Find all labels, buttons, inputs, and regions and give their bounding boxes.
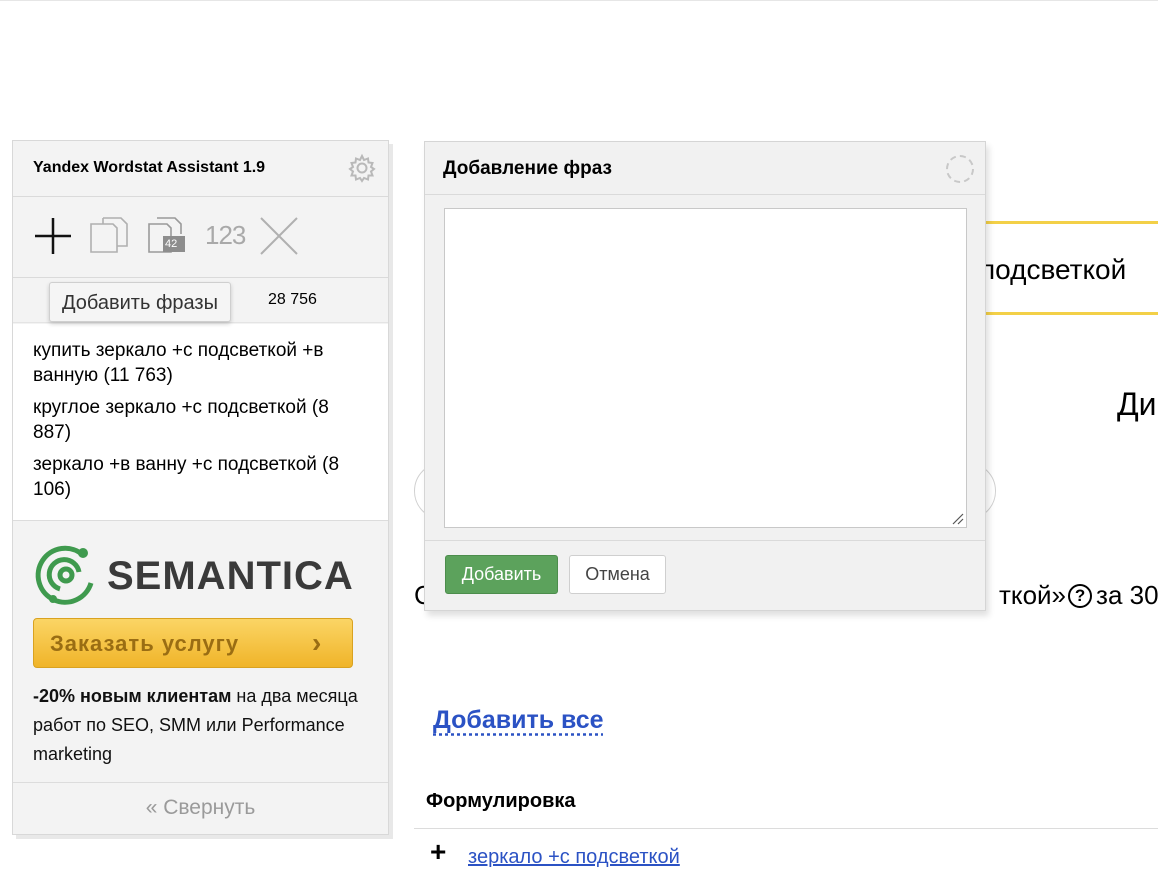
dialog-footer: Добавить Отмена	[425, 540, 985, 610]
sort-by-count-button[interactable]: 123	[205, 220, 246, 251]
dialog-header: Добавление фраз	[425, 142, 985, 195]
page-heading-fragment: Ди	[1117, 386, 1157, 422]
clear-icon[interactable]	[257, 214, 301, 258]
help-icon[interactable]: ?	[1068, 584, 1093, 608]
add-phrases-dialog: Добавление фраз Добавить Отмена	[424, 141, 986, 611]
list-item[interactable]: зеркало +в ванну +с подсветкой (8 106)	[33, 452, 368, 502]
loading-spinner-icon	[946, 155, 974, 183]
list-item[interactable]: круглое зеркало +с подсветкой (8 887)	[33, 395, 368, 445]
copy-counts-badge: 42	[165, 238, 178, 250]
add-all-link[interactable]: Добавить все	[433, 706, 604, 735]
table-row-phrase-link[interactable]: зеркало +с подсветкой	[468, 846, 680, 869]
stats-query-tail: ткой»	[999, 580, 1067, 610]
gear-icon[interactable]	[347, 153, 377, 183]
copy-with-counts-graphic	[148, 217, 185, 253]
table-divider	[414, 828, 1158, 829]
stats-line-tail: ткой»? за 30	[999, 580, 1158, 611]
panel-title: Yandex Wordstat Assistant 1.9	[33, 159, 266, 176]
add-button[interactable]: Добавить	[445, 555, 558, 594]
plus-icon[interactable]	[31, 214, 75, 258]
promo-text: -20% новым клиентам на два месяца работ …	[33, 682, 373, 769]
phrases-textarea[interactable]	[444, 208, 967, 528]
cancel-button[interactable]: Отмена	[569, 555, 666, 594]
chevron-right-icon: ›	[312, 627, 322, 658]
semantica-promo: SEMANTICA Заказать услугу › -20% новым к…	[13, 520, 388, 782]
copy-icon[interactable]	[87, 214, 131, 258]
semantica-brand: SEMANTICA	[107, 554, 354, 598]
collapse-row: « Свернуть	[13, 782, 388, 834]
order-service-button[interactable]: Заказать услугу ›	[33, 618, 353, 668]
copy-with-counts-icon[interactable]: 42	[145, 214, 189, 258]
search-query-fragment: подсветкой	[980, 254, 1127, 285]
assistant-toolbar: 42 123	[13, 198, 388, 278]
wordstat-assistant-panel: Yandex Wordstat Assistant 1.9 42 123 28 …	[12, 140, 389, 835]
promo-text-bold: -20% новым клиентам	[33, 686, 232, 706]
dialog-title: Добавление фраз	[443, 158, 612, 179]
resize-grip-icon[interactable]	[950, 511, 964, 525]
stats-period: за 30	[1096, 580, 1158, 610]
add-phrases-tooltip: Добавить фразы	[49, 282, 231, 322]
column-header-phrase: Формулировка	[426, 790, 576, 812]
semantica-logo[interactable]	[33, 539, 103, 611]
phrase-list: купить зеркало +с подсветкой +в ванную (…	[13, 324, 388, 520]
top-divider	[0, 0, 1158, 1]
list-item[interactable]: купить зеркало +с подсветкой +в ванную (…	[33, 338, 368, 388]
order-service-label: Заказать услугу	[50, 631, 240, 656]
collapse-button[interactable]: « Свернуть	[146, 796, 256, 819]
panel-header: Yandex Wordstat Assistant 1.9	[13, 141, 388, 197]
total-count: 28 756	[268, 291, 317, 308]
